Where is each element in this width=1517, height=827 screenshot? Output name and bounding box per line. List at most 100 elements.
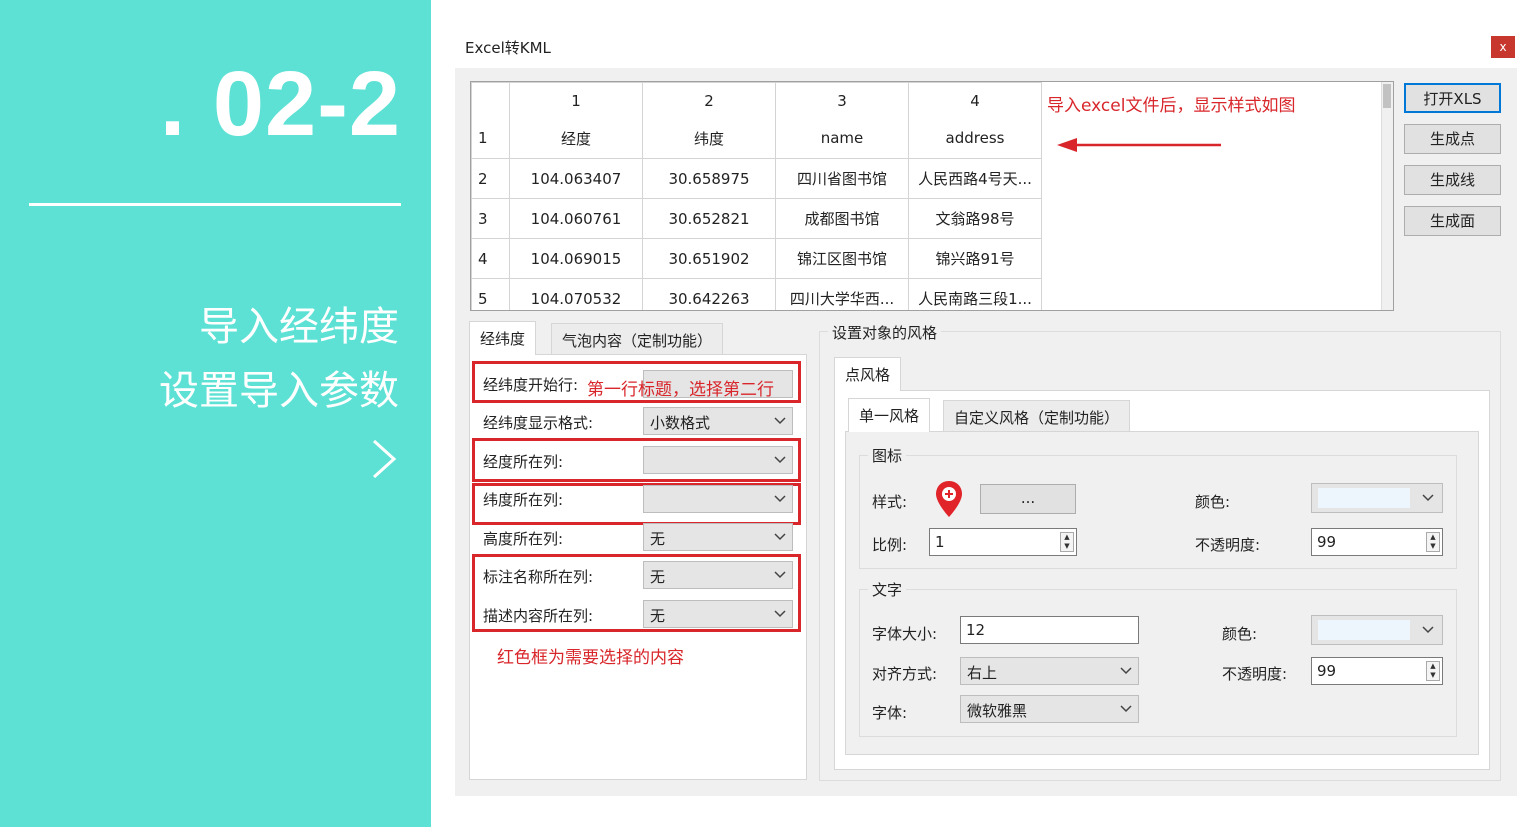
- table-cell[interactable]: name: [775, 118, 909, 159]
- table-cell[interactable]: 104.069015: [509, 238, 643, 279]
- font-size-label: 字体大小:: [872, 625, 938, 643]
- font-size-input[interactable]: 12: [960, 616, 1139, 644]
- tab-point-style[interactable]: 点风格: [834, 357, 902, 391]
- lon-column-select[interactable]: [643, 446, 793, 474]
- font-select[interactable]: 微软雅黑: [960, 695, 1139, 723]
- table-cell[interactable]: 30.658975: [642, 158, 776, 199]
- name-column-select[interactable]: 无: [643, 561, 793, 589]
- red-box-note: 红色框为需要选择的内容: [497, 648, 684, 668]
- color-label: 颜色:: [1195, 493, 1231, 511]
- table-cell[interactable]: 104.060761: [509, 198, 643, 239]
- tab-single-style[interactable]: 单一风格: [848, 398, 931, 432]
- excel-to-kml-window: Excel转KML x 1 2 3 4 1 经度 纬度 name address…: [455, 28, 1517, 796]
- row-number: 1: [471, 118, 510, 159]
- start-row-label: 经纬度开始行:: [483, 376, 579, 394]
- slide-heading-line1: 导入经纬度: [199, 304, 399, 350]
- table-cell[interactable]: 30.652821: [642, 198, 776, 239]
- table-cell[interactable]: 文翁路98号: [908, 198, 1042, 239]
- alt-column-label: 高度所在列:: [483, 530, 564, 548]
- alt-column-select[interactable]: 无: [643, 523, 793, 551]
- arrow-left-icon: [1057, 138, 1221, 152]
- grid-col-number[interactable]: 1: [509, 82, 643, 119]
- alt-column-value: 无: [650, 530, 666, 548]
- scrollbar-thumb[interactable]: [1383, 84, 1391, 108]
- divider: [29, 203, 401, 206]
- table-row[interactable]: 3 104.060761 30.652821 成都图书馆 文翁路98号: [471, 198, 1042, 239]
- color-swatch: [1318, 488, 1410, 508]
- text-opacity-label: 不透明度:: [1222, 665, 1288, 683]
- scale-label: 比例:: [872, 536, 908, 554]
- text-color-picker[interactable]: [1311, 615, 1443, 645]
- table-cell[interactable]: 成都图书馆: [775, 198, 909, 239]
- grid-col-number[interactable]: 3: [775, 82, 909, 119]
- scale-stepper[interactable]: 1 ▲ ▼: [929, 528, 1077, 556]
- grid-col-number[interactable]: 2: [642, 82, 776, 119]
- text-opacity-stepper[interactable]: 99 ▲ ▼: [1311, 657, 1443, 685]
- style-group-title: 设置对象的风格: [828, 322, 942, 343]
- opacity-stepper[interactable]: 99 ▲ ▼: [1311, 528, 1443, 556]
- grid-table: 1 2 3 4 1 经度 纬度 name address 2 104.06340…: [471, 82, 1042, 310]
- browse-icon-button[interactable]: ...: [980, 484, 1076, 514]
- table-row[interactable]: 1 经度 纬度 name address: [471, 118, 1042, 159]
- generate-point-button[interactable]: 生成点: [1404, 124, 1501, 154]
- table-cell[interactable]: address: [908, 118, 1042, 159]
- font-size-value: 12: [966, 621, 986, 639]
- grid-corner: [471, 82, 510, 119]
- desc-column-value: 无: [650, 607, 666, 625]
- table-cell[interactable]: 纬度: [642, 118, 776, 159]
- data-grid[interactable]: 1 2 3 4 1 经度 纬度 name address 2 104.06340…: [470, 81, 1394, 311]
- row-number: 5: [471, 278, 510, 310]
- table-row[interactable]: 5 104.070532 30.642263 四川大学华西... 人民南路三段1…: [471, 278, 1042, 310]
- chevron-down-icon: [774, 571, 786, 579]
- name-column-label: 标注名称所在列:: [483, 568, 594, 586]
- slide-heading-line2: 设置导入参数: [159, 368, 399, 414]
- table-cell[interactable]: 锦兴路91号: [908, 238, 1042, 279]
- align-select[interactable]: 右上: [960, 657, 1139, 685]
- name-column-value: 无: [650, 568, 666, 586]
- table-row[interactable]: 4 104.069015 30.651902 锦江区图书馆 锦兴路91号: [471, 238, 1042, 279]
- chevron-down-icon: [1120, 705, 1132, 713]
- lon-column-label: 经度所在列:: [483, 453, 564, 471]
- chevron-down-icon: [774, 610, 786, 618]
- color-picker[interactable]: [1311, 483, 1443, 513]
- row-number: 2: [471, 158, 510, 199]
- stepper-arrows-icon[interactable]: ▲ ▼: [1060, 532, 1074, 552]
- close-button[interactable]: x: [1491, 36, 1515, 58]
- table-cell[interactable]: 人民西路4号天...: [908, 158, 1042, 199]
- generate-polygon-button[interactable]: 生成面: [1404, 206, 1501, 236]
- lat-column-label: 纬度所在列:: [483, 491, 564, 509]
- text-group-title: 文字: [868, 579, 907, 600]
- tab-lonlat[interactable]: 经纬度: [469, 321, 537, 355]
- chevron-down-icon: [774, 417, 786, 425]
- lat-column-select[interactable]: [643, 485, 793, 513]
- scale-value: 1: [935, 533, 945, 551]
- stepper-arrows-icon[interactable]: ▲ ▼: [1426, 661, 1440, 681]
- table-cell[interactable]: 经度: [509, 118, 643, 159]
- table-cell[interactable]: 30.642263: [642, 278, 776, 310]
- generate-line-button[interactable]: 生成线: [1404, 165, 1501, 195]
- grid-col-number[interactable]: 4: [908, 82, 1042, 119]
- table-row[interactable]: 2 104.063407 30.658975 四川省图书馆 人民西路4号天...: [471, 158, 1042, 199]
- font-label: 字体:: [872, 704, 908, 722]
- table-cell[interactable]: 锦江区图书馆: [775, 238, 909, 279]
- table-cell[interactable]: 30.651902: [642, 238, 776, 279]
- tab-bubble-content[interactable]: 气泡内容（定制功能）: [551, 323, 724, 355]
- grid-scrollbar[interactable]: [1381, 82, 1393, 310]
- table-cell[interactable]: 四川大学华西...: [775, 278, 909, 310]
- table-cell[interactable]: 104.063407: [509, 158, 643, 199]
- tab-custom-style[interactable]: 自定义风格（定制功能）: [943, 400, 1131, 432]
- row-number: 3: [471, 198, 510, 239]
- format-select[interactable]: 小数格式: [643, 407, 793, 435]
- font-value: 微软雅黑: [967, 702, 1028, 720]
- opacity-value: 99: [1317, 533, 1337, 551]
- desc-column-select[interactable]: 无: [643, 600, 793, 628]
- stepper-arrows-icon[interactable]: ▲ ▼: [1426, 532, 1440, 552]
- chevron-right-icon[interactable]: [366, 437, 410, 481]
- table-cell[interactable]: 人民南路三段1...: [908, 278, 1042, 310]
- open-xls-button[interactable]: 打开XLS: [1404, 83, 1501, 113]
- title-bar: Excel转KML x: [455, 28, 1517, 68]
- table-cell[interactable]: 104.070532: [509, 278, 643, 310]
- chevron-down-icon: [774, 495, 786, 503]
- table-cell[interactable]: 四川省图书馆: [775, 158, 909, 199]
- start-row-note: 第一行标题，选择第二行: [587, 380, 774, 400]
